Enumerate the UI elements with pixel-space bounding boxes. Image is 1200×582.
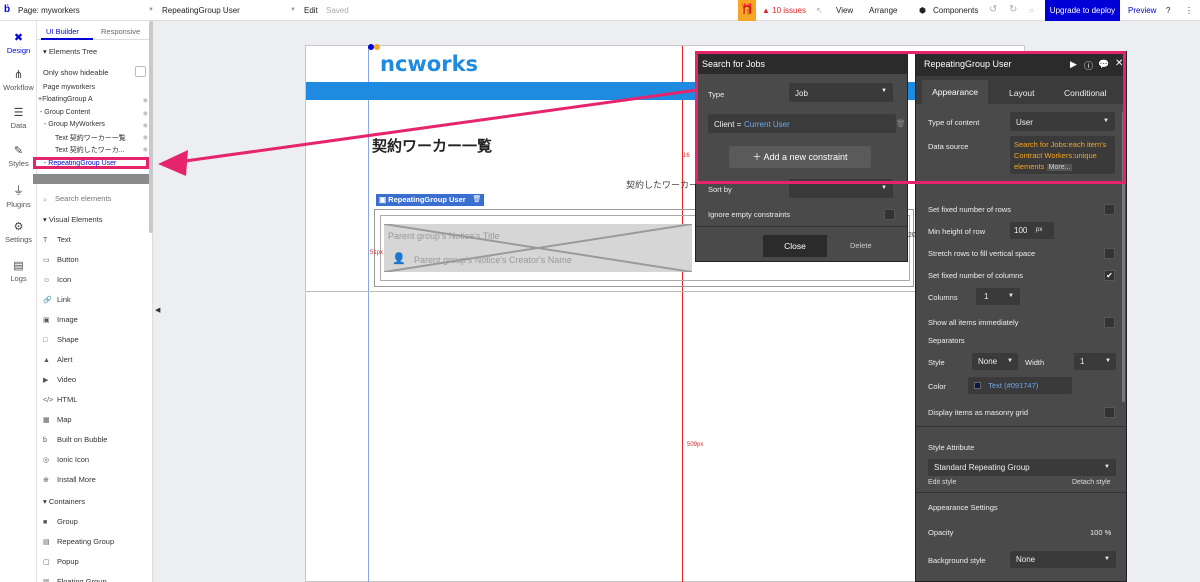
annotation-arrow: [158, 88, 698, 176]
